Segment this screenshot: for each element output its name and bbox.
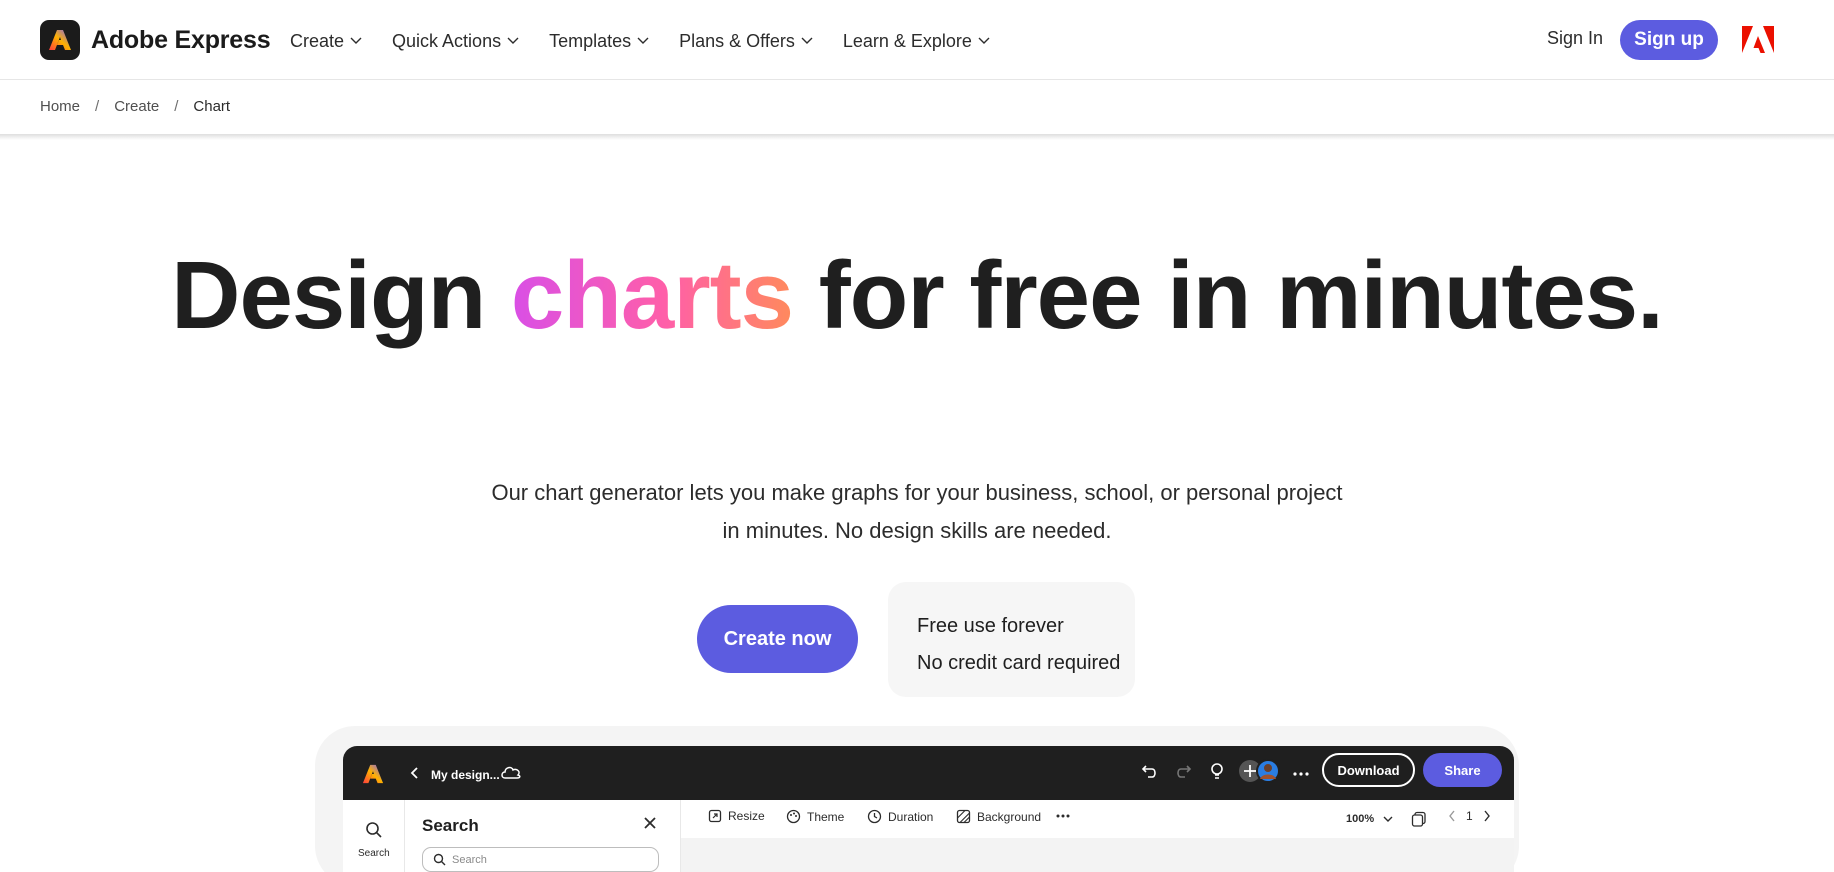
- tool-resize: Resize: [708, 809, 765, 823]
- breadcrumb-current: Chart: [193, 98, 231, 115]
- breadcrumb: Home / Create / Chart: [40, 98, 230, 115]
- express-logo-icon: [362, 763, 384, 785]
- chevron-down-icon: [350, 37, 362, 45]
- adobe-express-logo-icon: [40, 20, 80, 60]
- create-now-button[interactable]: Create now: [697, 605, 858, 673]
- title-after: for free in minutes.: [793, 242, 1664, 349]
- search-icon: [433, 853, 446, 866]
- resize-icon: [708, 809, 722, 823]
- cloud-icon: [500, 764, 522, 785]
- search-panel-title: Search: [422, 816, 479, 835]
- sign-up-button[interactable]: Sign up: [1620, 20, 1718, 60]
- background-icon: [956, 809, 971, 824]
- nav-plans-offers[interactable]: Plans & Offers: [679, 31, 813, 52]
- pages-icon: [1411, 811, 1426, 827]
- nav-templates[interactable]: Templates: [549, 31, 649, 52]
- tool-background: Background: [956, 809, 1041, 824]
- chevron-down-icon: [507, 37, 519, 45]
- tool-duration: Duration: [867, 809, 933, 824]
- undo-icon: [1141, 762, 1159, 785]
- chevron-left-icon: [1449, 810, 1455, 822]
- perk-no-credit-card: No credit card required: [917, 652, 1121, 674]
- canvas-area: [681, 838, 1514, 872]
- page-title: Design charts for free in minutes.: [0, 240, 1834, 352]
- hero-subtitle: Our chart generator lets you make graphs…: [491, 480, 1343, 543]
- nav-quick-actions[interactable]: Quick Actions: [392, 31, 519, 52]
- lightbulb-icon: [1209, 762, 1225, 785]
- zoom-level: 100%: [1346, 813, 1375, 825]
- chevron-down-icon: [637, 37, 649, 45]
- chevron-down-icon: [801, 37, 813, 45]
- document-title: My design...: [431, 768, 500, 782]
- brand-link[interactable]: Adobe Express: [40, 20, 271, 60]
- more-tools-icon: [1056, 814, 1076, 818]
- tool-duration-label: Duration: [888, 809, 934, 824]
- tool-resize-label: Resize: [728, 809, 765, 823]
- perk-free-use: Free use forever: [917, 615, 1064, 637]
- rail-search-label: Search: [358, 848, 390, 859]
- nav-templates-label: Templates: [549, 30, 632, 51]
- page-navigator: 1: [1448, 809, 1491, 823]
- zoom-select: 100%: [1346, 811, 1427, 827]
- chevron-right-icon: [1484, 810, 1490, 822]
- clock-icon: [867, 809, 882, 824]
- adobe-logo-icon[interactable]: [1742, 26, 1774, 54]
- chevron-down-icon: [978, 37, 990, 45]
- chevron-left-icon: [410, 766, 420, 783]
- title-before: Design: [171, 242, 511, 349]
- nav-plans-offers-label: Plans & Offers: [679, 30, 795, 51]
- main-menu: Create Quick Actions Templates Plans & O…: [290, 26, 1020, 56]
- tool-theme: Theme: [786, 809, 844, 824]
- breadcrumb-divider: [0, 134, 1834, 140]
- nav-learn-explore-label: Learn & Explore: [842, 30, 972, 51]
- breadcrumb-home[interactable]: Home: [40, 98, 80, 115]
- nav-learn-explore[interactable]: Learn & Explore: [843, 31, 990, 52]
- redo-icon: [1174, 762, 1192, 785]
- search-icon: [365, 821, 383, 844]
- close-icon: [643, 813, 657, 836]
- download-button: Download: [1322, 753, 1415, 787]
- nav-create-label: Create: [290, 30, 345, 51]
- more-options-icon: [1293, 764, 1309, 782]
- tool-background-label: Background: [977, 809, 1042, 824]
- search-input: Search: [422, 847, 659, 872]
- chevron-down-icon: [1383, 816, 1393, 822]
- perks-box: Free use forever No credit card required: [888, 582, 1135, 697]
- palette-icon: [786, 809, 801, 824]
- breadcrumb-separator: /: [174, 98, 179, 115]
- add-collaborator-icon: [1238, 759, 1286, 788]
- breadcrumb-separator: /: [95, 98, 100, 115]
- brand-name: Adobe Express: [91, 25, 271, 54]
- breadcrumb-create[interactable]: Create: [114, 98, 159, 115]
- sign-in-link[interactable]: Sign In: [1547, 28, 1603, 49]
- nav-quick-actions-label: Quick Actions: [392, 30, 502, 51]
- tool-theme-label: Theme: [807, 809, 845, 824]
- title-highlight: charts: [510, 242, 794, 349]
- search-placeholder: Search: [452, 853, 487, 866]
- share-button: Share: [1423, 753, 1502, 787]
- top-navigation: Adobe Express Create Quick Actions Templ…: [0, 0, 1834, 80]
- page-number: 1: [1466, 809, 1473, 823]
- nav-create[interactable]: Create: [290, 31, 362, 52]
